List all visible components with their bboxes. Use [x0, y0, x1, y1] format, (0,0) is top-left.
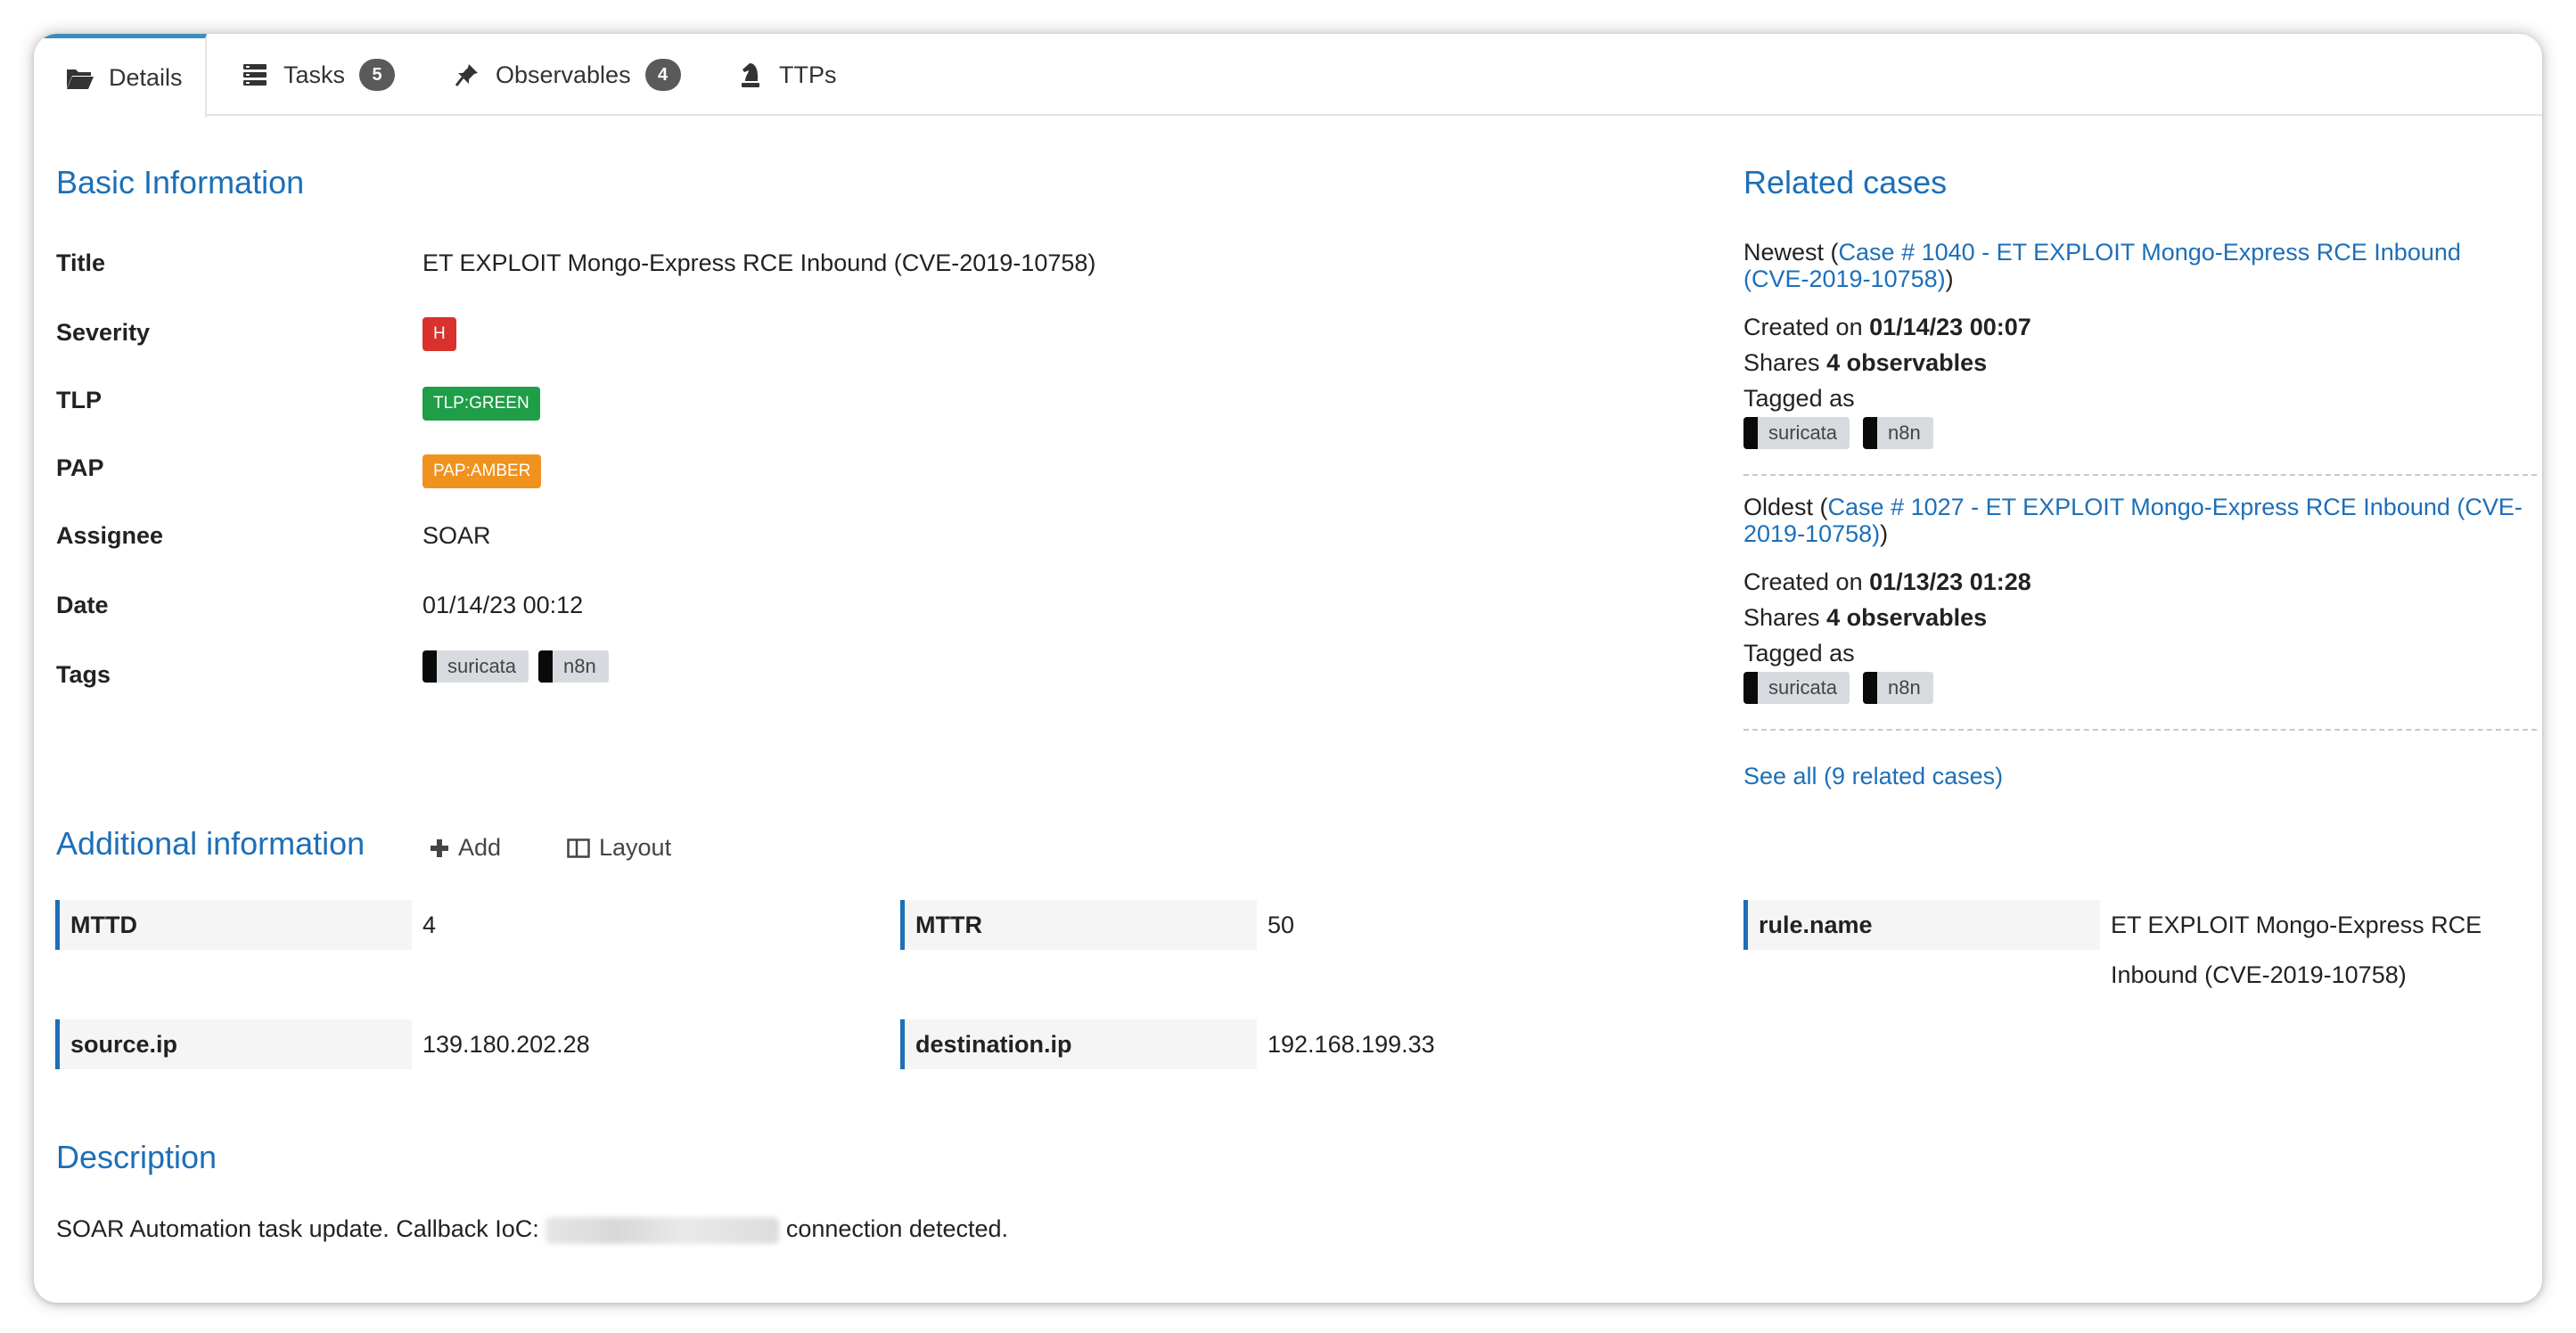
related-cases-heading: Related cases — [1743, 164, 1948, 200]
tag-n8n[interactable]: n8n — [1863, 672, 1933, 704]
destination-ip-value[interactable]: 192.168.199.33 — [1267, 1019, 1435, 1069]
tag-suricata[interactable]: suricata — [1743, 417, 1850, 449]
related-newest-created: Created on 01/14/23 00:07 — [1743, 314, 2031, 340]
severity-badge: H — [422, 317, 456, 351]
tag-label: suricata — [1768, 421, 1838, 444]
related-oldest-shares: Shares 4 observables — [1743, 604, 1988, 631]
see-all-related-link[interactable]: See all (9 related cases) — [1743, 763, 2003, 790]
mttr-value[interactable]: 50 — [1267, 900, 1294, 950]
mttr-key: MTTR — [900, 900, 1257, 950]
pap-label: PAP — [56, 454, 104, 481]
tasks-icon — [241, 61, 269, 89]
chess-knight-icon — [736, 61, 765, 89]
tag-label: suricata — [1768, 676, 1838, 699]
date-value: 01/14/23 00:12 — [422, 592, 584, 618]
destination-ip-key: destination.ip — [900, 1019, 1257, 1069]
folder-open-icon — [66, 64, 94, 93]
title-value: ET EXPLOIT Mongo-Express RCE Inbound (CV… — [422, 249, 1096, 276]
case-details-panel: Details Tasks 5 Observables 4 TTPs Basic… — [34, 34, 2542, 1303]
layout-button[interactable]: Layout — [567, 834, 671, 862]
add-field-button[interactable]: Add — [430, 834, 501, 862]
tab-ttps-label: TTPs — [779, 61, 837, 88]
assignee-value: SOAR — [422, 522, 491, 549]
add-field-label: Add — [458, 834, 502, 861]
assignee-label: Assignee — [56, 522, 164, 549]
mttd-value[interactable]: 4 — [422, 900, 436, 950]
related-newest-link[interactable]: Case # 1040 - ET EXPLOIT Mongo-Express R… — [1743, 239, 2461, 292]
columns-icon — [567, 838, 590, 859]
tab-tasks-label: Tasks — [283, 61, 346, 88]
pap-badge: PAP:AMBER — [422, 454, 542, 488]
tag-n8n[interactable]: n8n — [538, 650, 609, 683]
tab-bar: Details Tasks 5 Observables 4 TTPs — [34, 34, 2542, 118]
tlp-badge: TLP:GREEN — [422, 387, 540, 421]
plus-icon — [430, 838, 449, 858]
divider — [1743, 729, 2537, 731]
related-oldest: Oldest (Case # 1027 - ET EXPLOIT Mongo-E… — [1743, 494, 2523, 547]
tlp-label: TLP — [56, 387, 102, 413]
rule-name-line-1: ET EXPLOIT Mongo-Express RCE — [2111, 912, 2482, 938]
source-ip-key: source.ip — [55, 1019, 412, 1069]
date-label: Date — [56, 592, 109, 618]
tab-observables-label: Observables — [496, 61, 631, 88]
rule-name-value[interactable]: ET EXPLOIT Mongo-Express RCE Inbound (CV… — [2111, 900, 2485, 1000]
divider — [1743, 474, 2537, 476]
tag-n8n[interactable]: n8n — [1863, 417, 1933, 449]
tag-label: n8n — [563, 655, 596, 677]
tag-label: suricata — [447, 655, 517, 677]
tab-ttps[interactable]: TTPs — [736, 34, 837, 116]
pin-icon — [453, 61, 481, 89]
tag-suricata[interactable]: suricata — [422, 650, 529, 683]
additional-information-heading: Additional information — [56, 825, 365, 862]
related-newest: Newest (Case # 1040 - ET EXPLOIT Mongo-E… — [1743, 239, 2461, 292]
related-newest-shares: Shares 4 observables — [1743, 349, 1988, 376]
description-text: SOAR Automation task update. Callback Io… — [56, 1215, 1008, 1244]
description-text-before: SOAR Automation task update. Callback Io… — [56, 1215, 539, 1242]
redacted-ioc — [546, 1216, 780, 1244]
tab-tasks[interactable]: Tasks 5 — [241, 34, 396, 116]
observables-count-badge: 4 — [644, 59, 681, 91]
tag-suricata[interactable]: suricata — [1743, 672, 1850, 704]
related-oldest-tagged-label: Tagged as — [1743, 640, 1855, 666]
related-oldest-created: Created on 01/13/23 01:28 — [1743, 568, 2031, 595]
tab-details[interactable]: Details — [34, 34, 207, 118]
tag-label: n8n — [1888, 676, 1921, 699]
tasks-count-badge: 5 — [359, 59, 396, 91]
tab-observables[interactable]: Observables 4 — [453, 34, 681, 116]
source-ip-value[interactable]: 139.180.202.28 — [422, 1019, 590, 1069]
mttd-key: MTTD — [55, 900, 412, 950]
tags-label: Tags — [56, 661, 111, 688]
related-oldest-link[interactable]: Case # 1027 - ET EXPLOIT Mongo-Express R… — [1743, 494, 2523, 547]
rule-name-key: rule.name — [1743, 900, 2100, 950]
related-newest-tagged-label: Tagged as — [1743, 385, 1855, 412]
basic-information-heading: Basic Information — [56, 164, 305, 200]
tag-label: n8n — [1888, 421, 1921, 444]
tab-details-label: Details — [109, 64, 183, 91]
description-text-after: connection detected. — [785, 1215, 1008, 1242]
severity-label: Severity — [56, 319, 151, 346]
layout-label: Layout — [599, 834, 672, 861]
title-label: Title — [56, 249, 106, 276]
description-heading: Description — [56, 1139, 217, 1175]
rule-name-line-2: Inbound (CVE-2019-10758) — [2111, 961, 2407, 988]
